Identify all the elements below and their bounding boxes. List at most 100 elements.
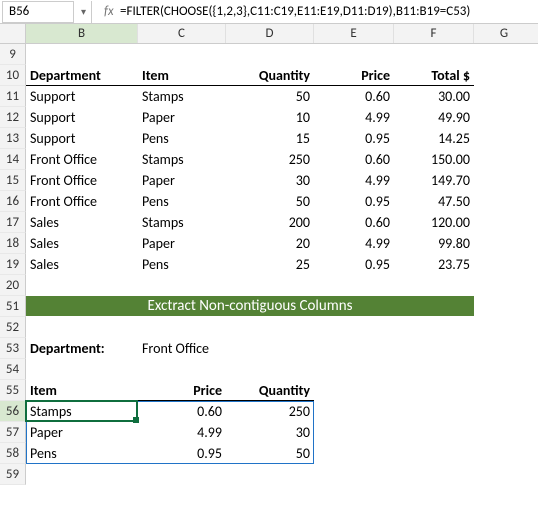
- result-cell[interactable]: 50: [226, 443, 314, 464]
- cell[interactable]: 10: [226, 107, 314, 128]
- cell[interactable]: [474, 107, 534, 128]
- cell[interactable]: Paper: [138, 107, 226, 128]
- cell[interactable]: 120.00: [394, 212, 474, 233]
- cell[interactable]: [226, 359, 314, 380]
- cell[interactable]: 30.00: [394, 86, 474, 107]
- cell[interactable]: 30: [226, 170, 314, 191]
- cell[interactable]: [26, 317, 138, 338]
- cell[interactable]: Front Office: [26, 191, 138, 212]
- cell[interactable]: Paper: [138, 233, 226, 254]
- cell[interactable]: [314, 338, 394, 359]
- cell[interactable]: [26, 464, 138, 485]
- result-header-price[interactable]: Price: [138, 380, 226, 401]
- cell[interactable]: [474, 128, 534, 149]
- header-department[interactable]: Department: [26, 65, 138, 86]
- result-cell[interactable]: Stamps: [26, 401, 138, 422]
- row-header[interactable]: 13: [0, 128, 26, 149]
- cell[interactable]: Support: [26, 128, 138, 149]
- cell[interactable]: Sales: [26, 212, 138, 233]
- result-cell[interactable]: 4.99: [138, 422, 226, 443]
- col-header-F[interactable]: F: [394, 24, 474, 43]
- col-header-B[interactable]: B: [26, 24, 138, 43]
- cell[interactable]: [394, 422, 474, 443]
- cell[interactable]: [314, 380, 394, 401]
- cell[interactable]: Pens: [138, 254, 226, 275]
- cell[interactable]: [394, 275, 474, 296]
- cell[interactable]: [26, 359, 138, 380]
- cell[interactable]: 200: [226, 212, 314, 233]
- cell[interactable]: [314, 443, 394, 464]
- cell[interactable]: [226, 275, 314, 296]
- formula-input[interactable]: =FILTER(CHOOSE({1,2,3},C11:C19,E11:E19,D…: [116, 4, 538, 19]
- filter-label[interactable]: Department:: [26, 338, 138, 359]
- cell[interactable]: [314, 275, 394, 296]
- row-header[interactable]: 18: [0, 233, 26, 254]
- row-header[interactable]: 54: [0, 359, 26, 380]
- row-header[interactable]: 11: [0, 86, 26, 107]
- cell[interactable]: 47.50: [394, 191, 474, 212]
- cell[interactable]: Stamps: [138, 212, 226, 233]
- name-box[interactable]: B56: [2, 1, 74, 23]
- header-item[interactable]: Item: [138, 65, 226, 86]
- cell[interactable]: [26, 275, 138, 296]
- cell[interactable]: [474, 275, 534, 296]
- header-price[interactable]: Price: [314, 65, 394, 86]
- cell[interactable]: [474, 170, 534, 191]
- cell[interactable]: 250: [226, 149, 314, 170]
- cell[interactable]: 0.95: [314, 191, 394, 212]
- name-box-dropdown-icon[interactable]: ▾: [76, 1, 92, 23]
- result-cell[interactable]: Paper: [26, 422, 138, 443]
- result-header-item[interactable]: Item: [26, 380, 138, 401]
- cell[interactable]: [394, 338, 474, 359]
- cell[interactable]: 0.95: [314, 128, 394, 149]
- row-header[interactable]: 59: [0, 464, 26, 485]
- cell[interactable]: Support: [26, 86, 138, 107]
- cell[interactable]: [226, 338, 314, 359]
- row-header[interactable]: 17: [0, 212, 26, 233]
- row-header[interactable]: 15: [0, 170, 26, 191]
- cell[interactable]: 0.60: [314, 86, 394, 107]
- row-header[interactable]: 58: [0, 443, 26, 464]
- cell[interactable]: 99.80: [394, 233, 474, 254]
- cell[interactable]: 50: [226, 86, 314, 107]
- cell[interactable]: [474, 296, 534, 317]
- cell[interactable]: Paper: [138, 170, 226, 191]
- select-all-corner[interactable]: [0, 24, 26, 43]
- col-header-C[interactable]: C: [138, 24, 226, 43]
- cell[interactable]: Sales: [26, 233, 138, 254]
- cell[interactable]: [394, 44, 474, 65]
- header-total[interactable]: Total $: [394, 65, 474, 86]
- cell[interactable]: [314, 401, 394, 422]
- row-header[interactable]: 19: [0, 254, 26, 275]
- cell[interactable]: [314, 422, 394, 443]
- cell[interactable]: Sales: [26, 254, 138, 275]
- header-quantity[interactable]: Quantity: [226, 65, 314, 86]
- cell[interactable]: 50: [226, 191, 314, 212]
- result-cell[interactable]: 30: [226, 422, 314, 443]
- cell[interactable]: [474, 233, 534, 254]
- cell[interactable]: 4.99: [314, 170, 394, 191]
- row-header[interactable]: 16: [0, 191, 26, 212]
- cell[interactable]: [474, 86, 534, 107]
- row-header[interactable]: 9: [0, 44, 26, 65]
- result-cell[interactable]: Pens: [26, 443, 138, 464]
- cell[interactable]: 20: [226, 233, 314, 254]
- cell[interactable]: [394, 359, 474, 380]
- cell[interactable]: Pens: [138, 191, 226, 212]
- cell[interactable]: [474, 359, 534, 380]
- row-header[interactable]: 14: [0, 149, 26, 170]
- cell[interactable]: 0.60: [314, 212, 394, 233]
- cell[interactable]: [394, 464, 474, 485]
- cell[interactable]: [138, 317, 226, 338]
- result-cell[interactable]: 0.60: [138, 401, 226, 422]
- filter-value[interactable]: Front Office: [138, 338, 226, 359]
- cell[interactable]: [226, 317, 314, 338]
- cell[interactable]: Stamps: [138, 149, 226, 170]
- cell[interactable]: [474, 464, 534, 485]
- cell[interactable]: [474, 44, 534, 65]
- cell[interactable]: 4.99: [314, 107, 394, 128]
- cell[interactable]: Exctract Non-contiguous Columns: [226, 296, 314, 317]
- cell[interactable]: 14.25: [394, 128, 474, 149]
- cell[interactable]: 0.95: [314, 254, 394, 275]
- cell[interactable]: 0.60: [314, 149, 394, 170]
